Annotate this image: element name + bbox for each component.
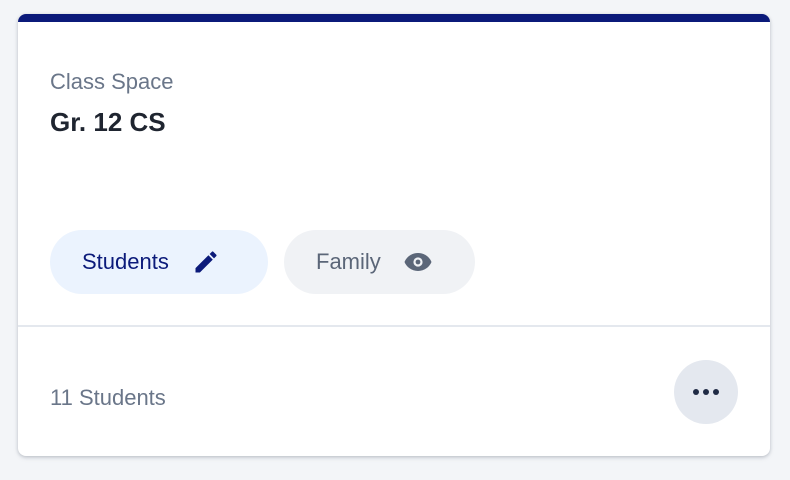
- family-chip-label: Family: [316, 249, 381, 274]
- card-accent-bar: [18, 14, 770, 22]
- students-chip-button[interactable]: Students: [50, 230, 268, 294]
- eye-icon: [403, 247, 433, 277]
- card-title: Gr. 12 CS: [50, 107, 166, 137]
- class-space-card[interactable]: Class Space Gr. 12 CS Students Family 11…: [18, 14, 770, 456]
- card-subtitle: Class Space: [50, 69, 174, 94]
- pencil-icon: [191, 247, 221, 277]
- family-chip-button[interactable]: Family: [284, 230, 475, 294]
- ellipsis-icon: [693, 389, 719, 395]
- students-chip-label: Students: [82, 249, 169, 274]
- more-options-button[interactable]: [674, 360, 738, 424]
- student-count: 11 Students: [50, 385, 166, 410]
- card-divider: [18, 325, 770, 327]
